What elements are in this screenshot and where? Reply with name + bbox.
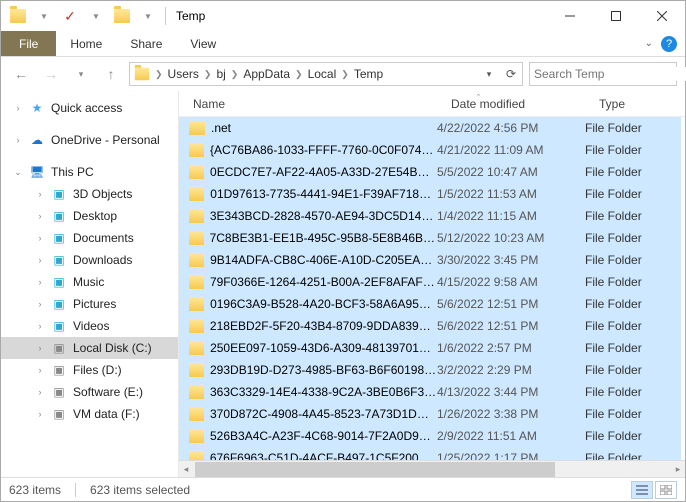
search-box[interactable]: ⌕ <box>529 62 677 86</box>
table-row[interactable]: 79F0366E-1264-4251-B00A-2EF8AFAFC7E04/15… <box>179 271 681 293</box>
refresh-icon[interactable]: ⟳ <box>500 63 522 85</box>
column-headers[interactable]: Name ˆ Date modified Type <box>179 91 685 117</box>
folder-icon <box>189 165 204 179</box>
table-row[interactable]: .net4/22/2022 4:56 PMFile Folder <box>179 117 681 139</box>
status-selected: 623 items selected <box>90 483 190 497</box>
qat-dropdown-3[interactable]: ▼ <box>137 5 159 27</box>
nav-item-vm-data-f-[interactable]: ›▣VM data (F:) <box>1 403 178 425</box>
folder-icon <box>189 231 204 245</box>
tab-home[interactable]: Home <box>56 31 116 56</box>
up-button[interactable]: ↑ <box>99 62 123 86</box>
table-row[interactable]: 250EE097-1059-43D6-A309-4813970108 1D1/6… <box>179 337 681 359</box>
folder-icon <box>189 143 204 157</box>
folder-icon <box>189 319 204 333</box>
nav-item-videos[interactable]: ›▣Videos <box>1 315 178 337</box>
address-bar[interactable]: ❯ Users❯ bj❯ AppData❯ Local❯ Temp ▾ ⟳ <box>129 62 523 86</box>
folder-icon <box>189 429 204 443</box>
nav-item-3d-objects[interactable]: ›▣3D Objects <box>1 183 178 205</box>
folder-icon <box>189 253 204 267</box>
title-bar: ▼ ✓ ▼ ▼ Temp <box>1 1 685 31</box>
minimize-button[interactable] <box>547 1 593 31</box>
table-row[interactable]: 526B3A4C-A23F-4C68-9014-7F2A0D9338212/9/… <box>179 425 681 447</box>
horizontal-scrollbar[interactable]: ◂ ▸ <box>179 460 685 477</box>
folder-icon <box>189 451 204 460</box>
nav-item-files-d-[interactable]: ›▣Files (D:) <box>1 359 178 381</box>
help-icon[interactable]: ? <box>661 36 677 52</box>
table-row[interactable]: 0ECDC7E7-AF22-4A05-A33D-27E54BDD6...5/5/… <box>179 161 681 183</box>
folder-icon <box>189 341 204 355</box>
nav-item-software-e-[interactable]: ›▣Software (E:) <box>1 381 178 403</box>
nav-item-desktop[interactable]: ›▣Desktop <box>1 205 178 227</box>
tab-view[interactable]: View <box>176 31 230 56</box>
crumb-appdata[interactable]: AppData❯ <box>243 67 305 81</box>
crumb-users[interactable]: Users❯ <box>168 67 215 81</box>
nav-item-pictures[interactable]: ›▣Pictures <box>1 293 178 315</box>
nav-item-local-disk-c-[interactable]: ›▣Local Disk (C:) <box>1 337 178 359</box>
address-row: ← → ▾ ↑ ❯ Users❯ bj❯ AppData❯ Local❯ Tem… <box>1 57 685 91</box>
file-list[interactable]: .net4/22/2022 4:56 PMFile Folder{AC76BA8… <box>179 117 685 460</box>
table-row[interactable]: 01D97613-7735-4441-94E1-F39AF718AF331/5/… <box>179 183 681 205</box>
folder-icon <box>189 363 204 377</box>
table-row[interactable]: 363C3329-14E4-4338-9C2A-3BE0B6F314A34/13… <box>179 381 681 403</box>
close-button[interactable] <box>639 1 685 31</box>
address-folder-icon <box>135 68 149 81</box>
folder-icon <box>189 407 204 421</box>
properties-icon[interactable]: ✓ <box>59 5 81 27</box>
folder-icon <box>189 121 205 135</box>
qat-separator <box>165 7 166 25</box>
col-name[interactable]: Name <box>179 97 437 111</box>
folder-icon <box>189 187 204 201</box>
crumb-bj[interactable]: bj❯ <box>216 67 241 81</box>
window-title: Temp <box>176 9 205 23</box>
address-dropdown-icon[interactable]: ▾ <box>478 63 500 85</box>
table-row[interactable]: 676F6963-C51D-4ACF-B497-1C5F200C3FF91/25… <box>179 447 681 460</box>
crumb-local[interactable]: Local❯ <box>308 67 352 81</box>
col-date[interactable]: Date modified <box>437 97 585 111</box>
thumbnails-view-button[interactable] <box>655 481 677 499</box>
status-bar: 623 items 623 items selected <box>1 477 685 501</box>
body: ›★Quick access ›☁OneDrive - Personal ⌄🖥T… <box>1 91 685 477</box>
folder-icon <box>189 275 204 289</box>
file-pane: Name ˆ Date modified Type .net4/22/2022 … <box>179 91 685 477</box>
qat-dropdown-2[interactable]: ▼ <box>85 5 107 27</box>
forward-button[interactable]: → <box>39 62 63 86</box>
details-view-button[interactable] <box>631 481 653 499</box>
sort-indicator-icon: ˆ <box>477 93 480 103</box>
crumb-temp[interactable]: Temp <box>354 67 383 81</box>
tab-share[interactable]: Share <box>116 31 176 56</box>
chevron-right-icon[interactable]: ❯ <box>155 69 163 80</box>
table-row[interactable]: 7C8BE3B1-EE1B-495C-95B8-5E8B46B8BE155/12… <box>179 227 681 249</box>
maximize-button[interactable] <box>593 1 639 31</box>
table-row[interactable]: 9B14ADFA-CB8C-406E-A10D-C205EA717...3/30… <box>179 249 681 271</box>
table-row[interactable]: 293DB19D-D273-4985-BF63-B6F601985B523/2/… <box>179 359 681 381</box>
ribbon: File Home Share View ⌄ ? <box>1 31 685 57</box>
table-row[interactable]: {AC76BA86-1033-FFFF-7760-0C0F074E41...4/… <box>179 139 681 161</box>
app-folder-icon <box>7 5 29 27</box>
table-row[interactable]: 218EBD2F-5F20-43B4-8709-9DDA839385E05/6/… <box>179 315 681 337</box>
folder-icon <box>189 297 204 311</box>
nav-item-downloads[interactable]: ›▣Downloads <box>1 249 178 271</box>
window-controls <box>547 1 685 31</box>
nav-this-pc[interactable]: ⌄🖥This PC <box>1 161 178 183</box>
navigation-pane[interactable]: ›★Quick access ›☁OneDrive - Personal ⌄🖥T… <box>1 91 179 477</box>
folder-icon <box>189 385 204 399</box>
table-row[interactable]: 3E343BCD-2828-4570-AE94-3DC5D14859791/4/… <box>179 205 681 227</box>
ribbon-collapse-icon[interactable]: ⌄ <box>645 38 653 49</box>
col-type[interactable]: Type <box>585 97 685 111</box>
nav-quick-access[interactable]: ›★Quick access <box>1 97 178 119</box>
table-row[interactable]: 0196C3A9-B528-4A20-BCF3-58A6A956D4...5/6… <box>179 293 681 315</box>
table-row[interactable]: 370D872C-4908-4A45-8523-7A73D1DDCB...1/2… <box>179 403 681 425</box>
recent-dropdown[interactable]: ▾ <box>69 62 93 86</box>
folder-icon <box>189 209 204 223</box>
nav-onedrive[interactable]: ›☁OneDrive - Personal <box>1 129 178 151</box>
file-tab[interactable]: File <box>1 31 56 56</box>
quick-access-toolbar: ▼ ✓ ▼ ▼ <box>1 5 168 27</box>
nav-item-documents[interactable]: ›▣Documents <box>1 227 178 249</box>
status-count: 623 items <box>9 483 61 497</box>
nav-item-music[interactable]: ›▣Music <box>1 271 178 293</box>
search-input[interactable] <box>534 67 686 81</box>
qat-folder-icon[interactable] <box>111 5 133 27</box>
back-button[interactable]: ← <box>9 62 33 86</box>
qat-dropdown-1[interactable]: ▼ <box>33 5 55 27</box>
